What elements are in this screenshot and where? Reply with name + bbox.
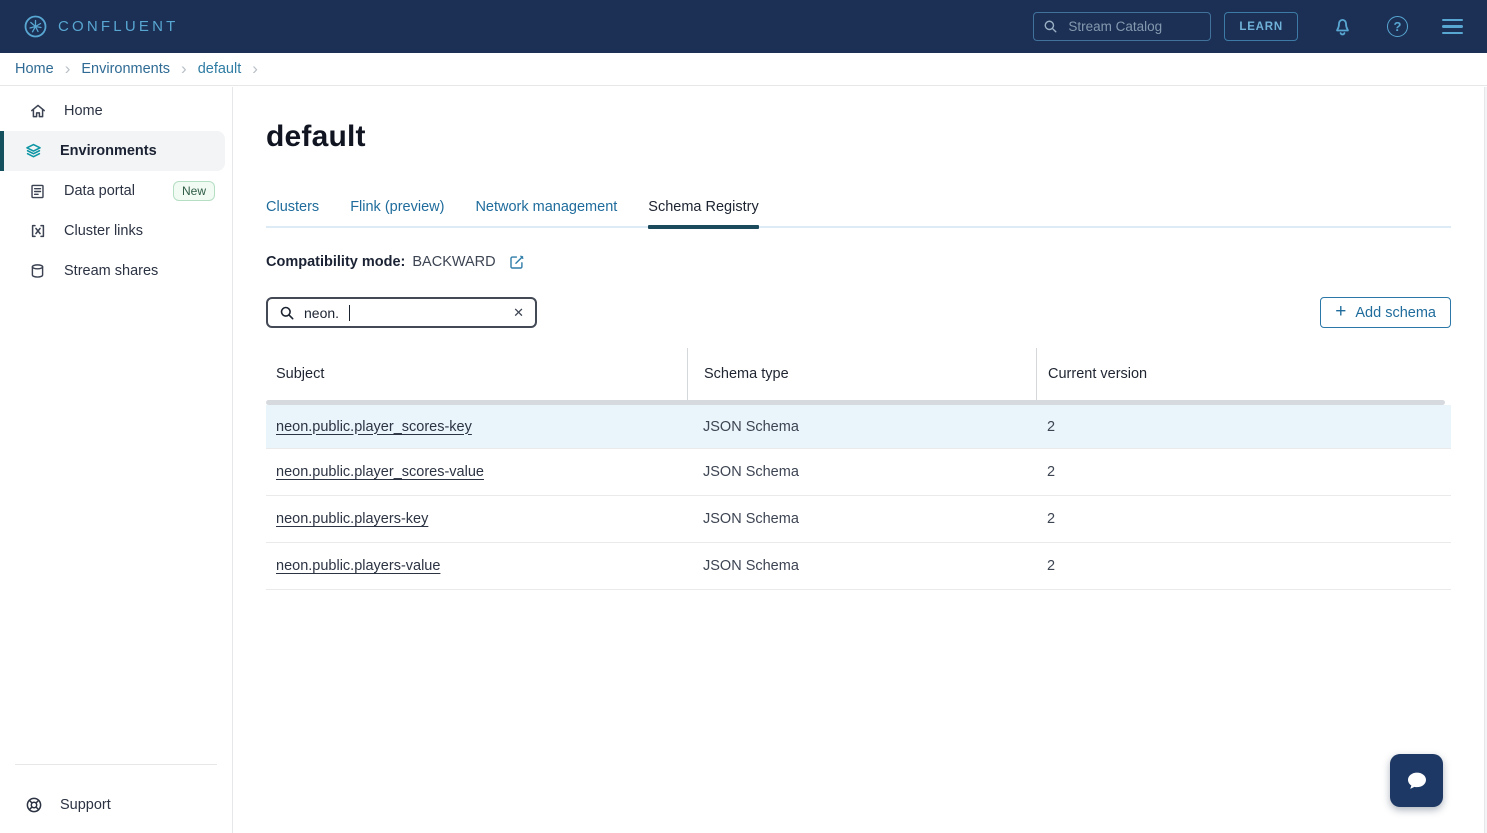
column-header-schema-type: Schema type (687, 348, 1036, 400)
schema-type-cell: JSON Schema (687, 464, 1036, 480)
chat-widget-button[interactable] (1390, 754, 1443, 807)
layers-icon (24, 142, 43, 161)
table-header: Subject Schema type Current version (266, 348, 1451, 400)
chevron-right-icon: › (65, 60, 71, 77)
subject-link[interactable]: neon.public.player_scores-value (276, 464, 484, 480)
search-icon (279, 305, 295, 321)
sidebar-item-environments[interactable]: Environments (0, 131, 225, 171)
page-title: default (266, 120, 1451, 153)
table-row: neon.public.players-key JSON Schema 2 (266, 496, 1451, 543)
sidebar-item-label: Home (64, 103, 103, 119)
current-version-cell: 2 (1036, 419, 1451, 435)
subject-link[interactable]: neon.public.players-value (276, 558, 440, 574)
tab-flink-preview[interactable]: Flink (preview) (350, 199, 444, 228)
confluent-logo[interactable]: CONFLUENT (24, 15, 178, 38)
sidebar-item-label: Stream shares (64, 263, 158, 279)
breadcrumb-default[interactable]: default (198, 61, 242, 77)
tab-network-management[interactable]: Network management (475, 199, 617, 228)
text-caret (349, 305, 350, 321)
sidebar-item-label: Environments (60, 143, 157, 159)
tab-bar: Clusters Flink (preview) Network managem… (266, 199, 1451, 228)
chat-bubble-icon (1402, 766, 1432, 796)
table-controls: neon. ✕ + Add schema (266, 297, 1451, 328)
schema-type-cell: JSON Schema (687, 419, 1036, 435)
top-navbar: CONFLUENT LEARN ? (0, 0, 1487, 53)
sidebar-item-label: Data portal (64, 183, 135, 199)
question-mark-glyph: ? (1387, 16, 1408, 37)
help-icon[interactable]: ? (1387, 16, 1408, 37)
home-icon (28, 102, 47, 121)
app-window: CONFLUENT LEARN ? Home › Environments › … (0, 0, 1487, 833)
tab-schema-registry[interactable]: Schema Registry (648, 199, 758, 228)
sidebar-item-home[interactable]: Home (0, 91, 225, 131)
sidebar-divider (15, 764, 217, 765)
column-header-current-version: Current version (1036, 348, 1451, 400)
confluent-logo-icon (24, 15, 47, 38)
compatibility-mode-row: Compatibility mode: BACKWARD (266, 254, 1451, 270)
current-version-cell: 2 (1036, 558, 1451, 574)
schema-type-cell: JSON Schema (687, 558, 1036, 574)
subject-link[interactable]: neon.public.player_scores-key (276, 419, 472, 435)
life-buoy-icon (24, 796, 43, 815)
current-version-cell: 2 (1036, 464, 1451, 480)
new-badge: New (173, 181, 215, 201)
subject-link[interactable]: neon.public.players-key (276, 511, 428, 527)
schema-search-input[interactable]: neon. ✕ (266, 297, 537, 328)
chevron-right-icon: › (252, 60, 258, 77)
notifications-bell-icon[interactable] (1332, 16, 1353, 38)
schema-search-value: neon. (304, 305, 339, 321)
search-icon (1043, 19, 1058, 34)
plus-icon: + (1335, 302, 1346, 321)
sidebar-item-stream-shares[interactable]: Stream shares (0, 251, 225, 291)
support-label: Support (60, 797, 111, 813)
edit-pencil-icon[interactable] (509, 254, 525, 270)
chevron-right-icon: › (181, 60, 187, 77)
main-content: default Clusters Flink (preview) Network… (234, 87, 1487, 833)
clear-search-icon[interactable]: ✕ (513, 306, 524, 319)
add-schema-label: Add schema (1355, 305, 1436, 321)
compatibility-mode-label: Compatibility mode: (266, 254, 405, 270)
breadcrumb-home[interactable]: Home (15, 61, 54, 77)
schema-type-cell: JSON Schema (687, 511, 1036, 527)
document-icon (28, 182, 47, 201)
hamburger-menu-icon[interactable] (1442, 19, 1463, 34)
compatibility-mode-value: BACKWARD (412, 254, 495, 270)
tab-clusters[interactable]: Clusters (266, 199, 319, 228)
breadcrumb: Home › Environments › default › (0, 53, 1487, 86)
stream-catalog-input[interactable] (1066, 18, 1201, 35)
database-cylinder-icon (28, 262, 47, 281)
table-row: neon.public.player_scores-key JSON Schem… (266, 405, 1451, 449)
table-row: neon.public.player_scores-value JSON Sch… (266, 449, 1451, 496)
sidebar-item-data-portal[interactable]: Data portal New (0, 171, 225, 211)
sidebar-item-cluster-links[interactable]: Cluster links (0, 211, 225, 251)
sidebar: Home Environments (0, 87, 233, 833)
brand-name: CONFLUENT (58, 18, 178, 35)
sidebar-item-label: Cluster links (64, 223, 143, 239)
schemas-table: Subject Schema type Current version neon… (266, 348, 1451, 590)
sidebar-item-support[interactable]: Support (0, 785, 232, 825)
learn-button[interactable]: LEARN (1224, 12, 1298, 41)
column-header-subject: Subject (266, 348, 687, 400)
current-version-cell: 2 (1036, 511, 1451, 527)
cluster-links-icon (28, 222, 47, 241)
stream-catalog-search[interactable] (1033, 12, 1211, 41)
add-schema-button[interactable]: + Add schema (1320, 297, 1451, 328)
breadcrumb-environments[interactable]: Environments (81, 61, 170, 77)
table-row: neon.public.players-value JSON Schema 2 (266, 543, 1451, 590)
